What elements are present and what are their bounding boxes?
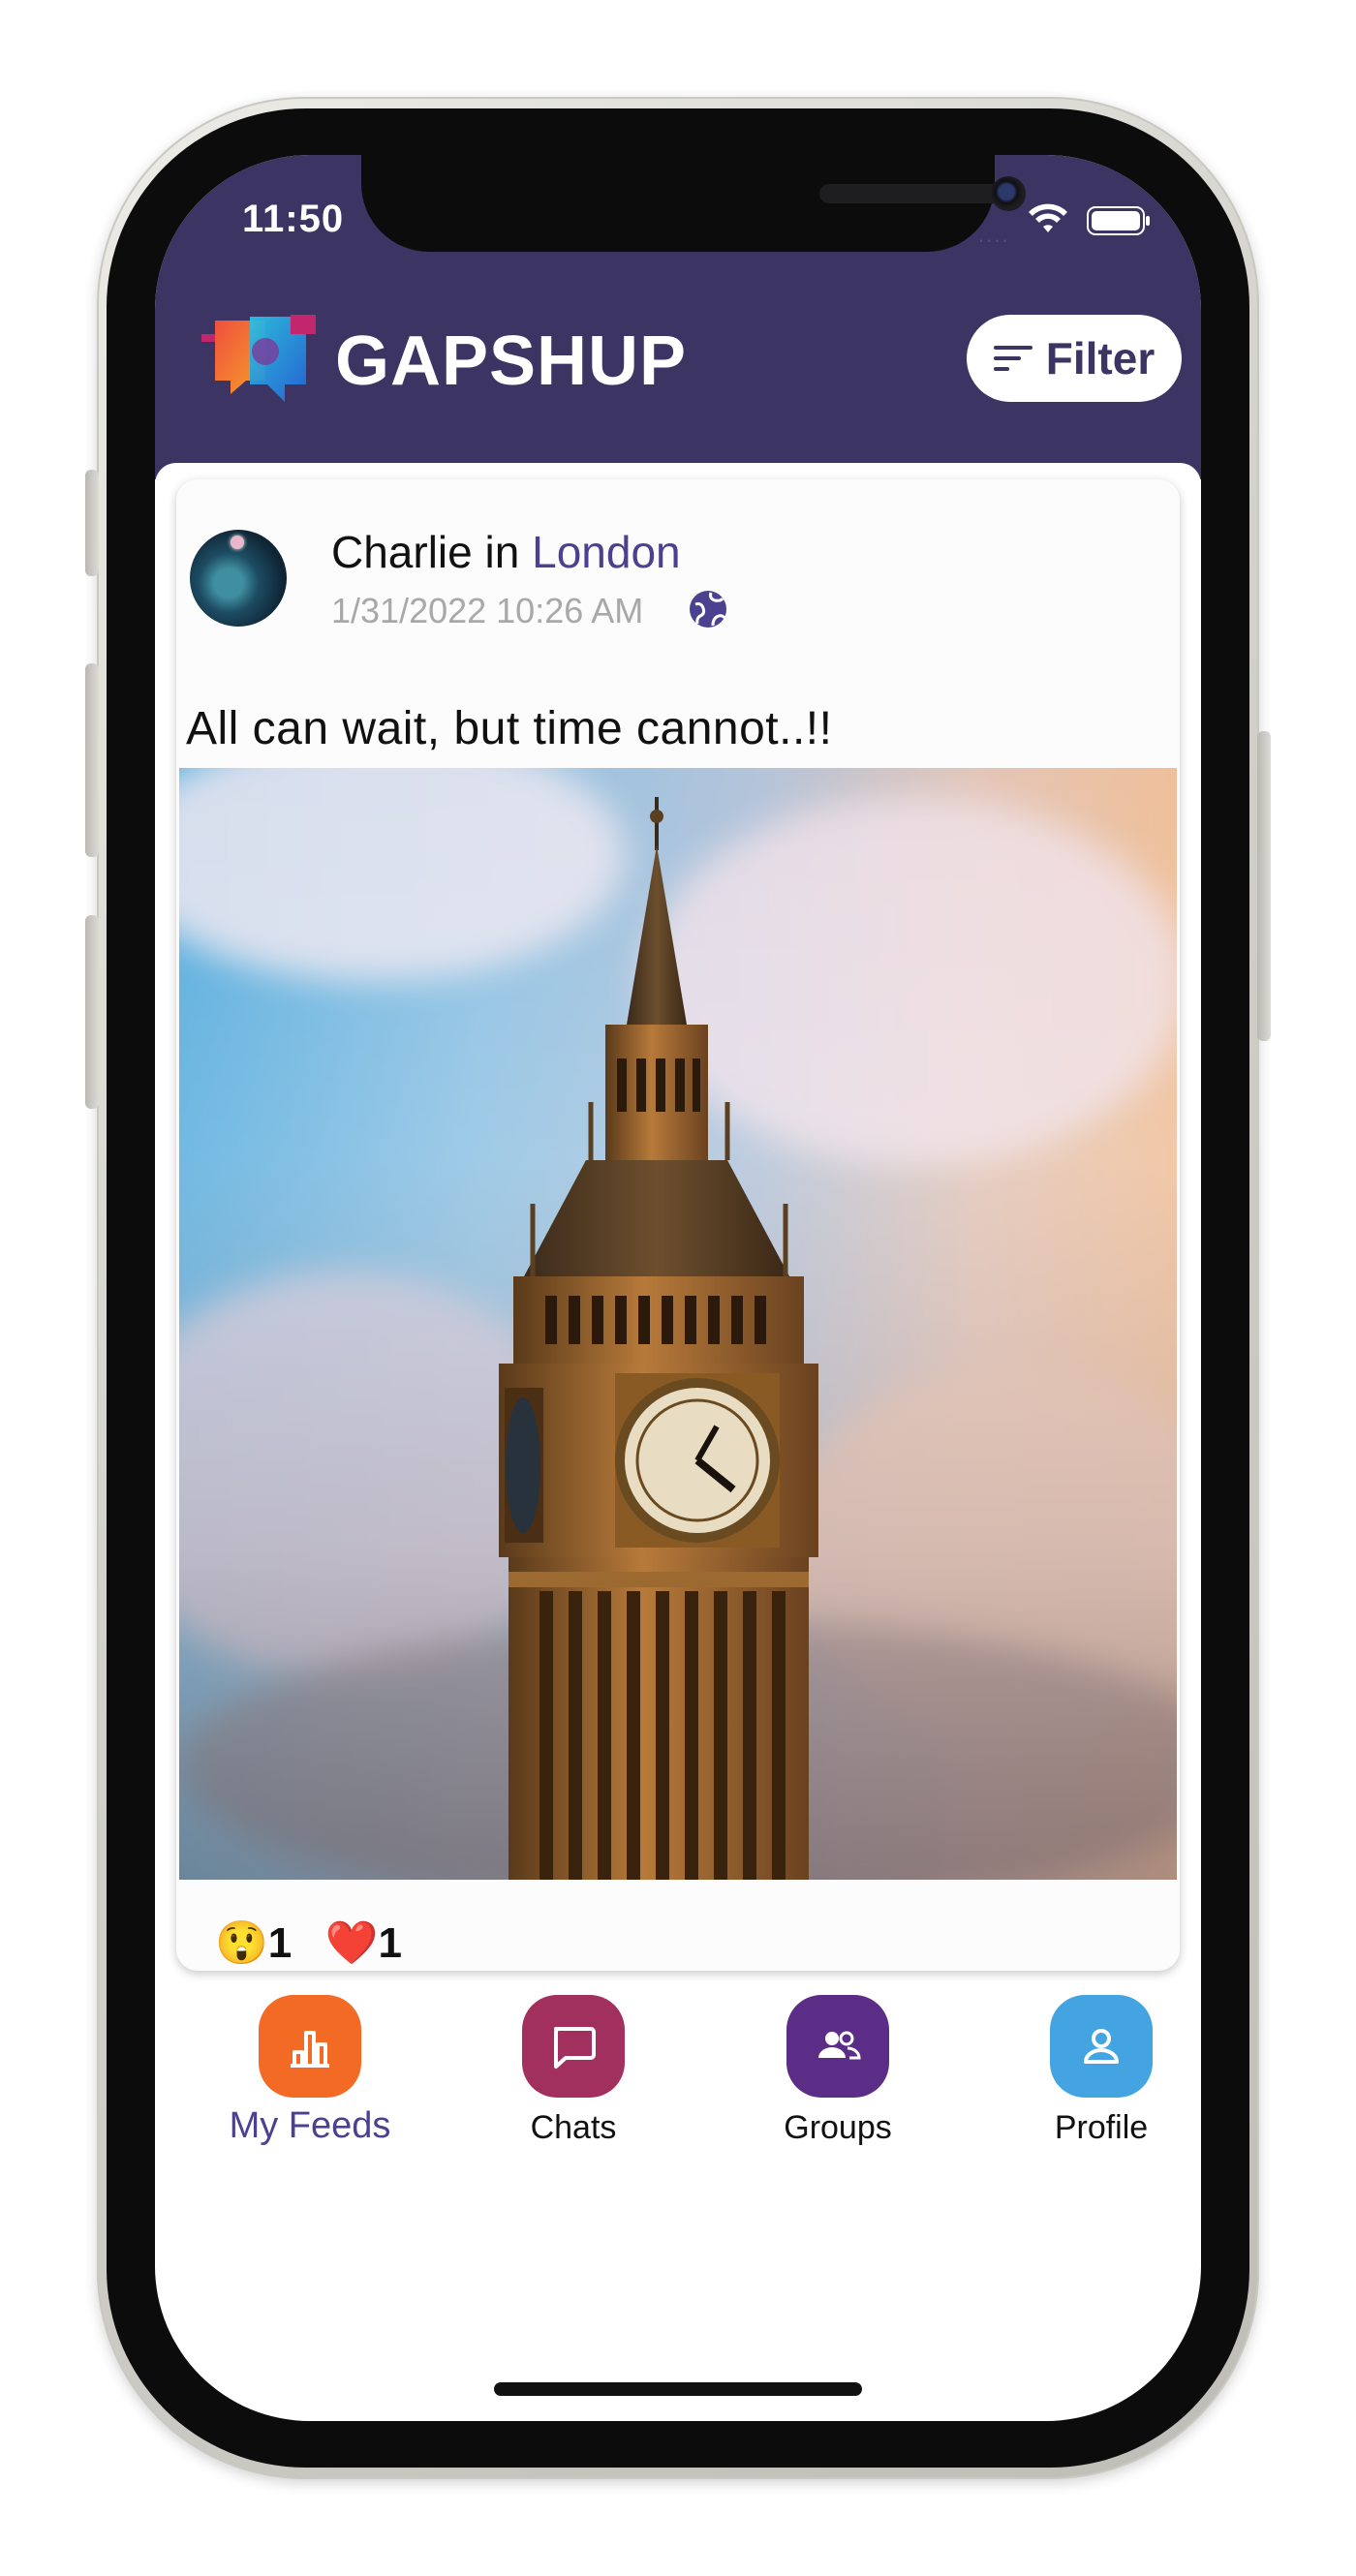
home-indicator[interactable] (494, 2382, 862, 2396)
location-link[interactable]: London (532, 527, 681, 577)
reaction-emoji: 😲 (215, 1919, 268, 1967)
filter-icon (993, 346, 1032, 371)
nav-my-feeds-bubble (259, 1995, 361, 2098)
signal-dots-icon: .... (978, 223, 1010, 247)
nav-groups-label: Groups (784, 2109, 892, 2146)
profile-icon (1084, 2029, 1119, 2064)
nav-profile[interactable]: Profile (1000, 1995, 1201, 2147)
bottom-navigation: My Feeds Chats Groups Profile (155, 1976, 1201, 2169)
wifi-icon (1029, 203, 1067, 232)
nav-profile-bubble (1050, 1995, 1153, 2098)
in-word: in (472, 527, 533, 577)
post-text: All can wait, but time cannot..!! (186, 703, 833, 754)
front-camera (991, 176, 1026, 211)
app-header: 11:50 .... GAPSHUP Filter (155, 155, 1201, 479)
post-author-line: Charlie in London (331, 526, 681, 578)
post-timestamp: 1/31/2022 10:26 AM (331, 591, 644, 630)
chat-icon (554, 2027, 596, 2069)
nav-profile-label: Profile (1054, 2109, 1149, 2146)
filter-label: Filter (1045, 333, 1156, 383)
reaction-count: 1 (267, 1919, 293, 1967)
reactions-summary[interactable]: 😲1 ❤️1 (215, 1917, 402, 1968)
status-time: 11:50 (242, 198, 345, 240)
gapshup-logo-icon (201, 315, 316, 402)
notch (361, 155, 1026, 252)
nav-my-feeds[interactable]: My Feeds (208, 1995, 412, 2147)
app-name: GAPSHUP (335, 322, 688, 400)
speaker-grille (819, 184, 1003, 203)
filter-button[interactable]: Filter (967, 315, 1182, 402)
nav-chats[interactable]: Chats (472, 1995, 675, 2147)
post-card[interactable]: Charlie in London 1/31/2022 10:26 AM All… (176, 479, 1180, 1971)
author-name[interactable]: Charlie (331, 527, 473, 577)
post-image[interactable] (179, 768, 1177, 1880)
globe-icon (690, 591, 726, 628)
battery-icon (1087, 206, 1150, 235)
nav-chats-bubble (522, 1995, 625, 2098)
volume-up-button (85, 663, 99, 857)
nav-groups-bubble (786, 1995, 889, 2098)
reaction-count: 1 (378, 1919, 403, 1967)
bar-chart-icon (291, 2031, 329, 2068)
nav-groups[interactable]: Groups (736, 1995, 940, 2147)
volume-down-button (85, 915, 99, 1109)
nav-chats-label: Chats (530, 2109, 617, 2146)
nav-my-feeds-label: My Feeds (229, 2105, 391, 2146)
clock-tower-illustration (499, 797, 818, 1880)
reaction-emoji: ❤️ (324, 1919, 379, 1967)
silent-switch (85, 470, 99, 576)
app-screen: 11:50 .... GAPSHUP Filter Charlie in Lon… (155, 155, 1201, 2421)
author-avatar[interactable] (190, 530, 287, 627)
groups-icon (818, 2031, 861, 2060)
power-button (1257, 731, 1271, 1041)
